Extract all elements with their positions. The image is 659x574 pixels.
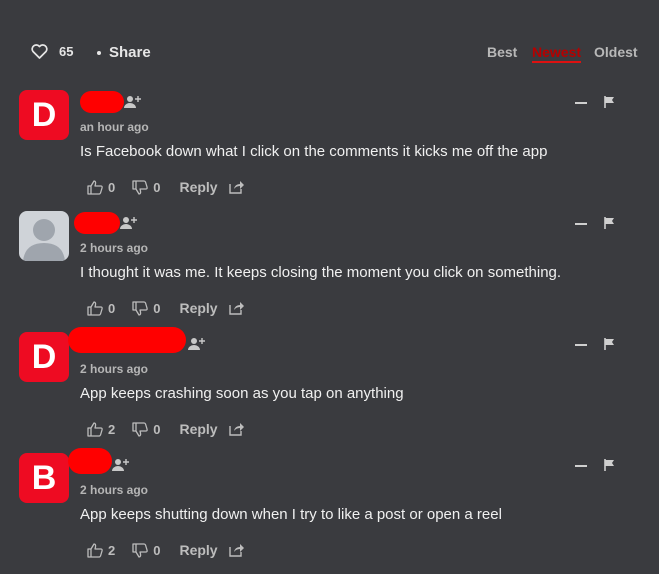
redacted-username xyxy=(80,91,124,113)
reply-button[interactable]: Reply xyxy=(179,179,217,195)
comment-item: 2 hours ago I thought it was me. It keep… xyxy=(0,211,659,332)
sort-newest-tab[interactable]: Newest xyxy=(532,44,582,63)
heart-icon xyxy=(31,44,48,59)
follow-user-icon[interactable] xyxy=(120,216,138,230)
comment-text: App keeps crashing soon as you tap on an… xyxy=(80,385,404,402)
comment-text: I thought it was me. It keeps closing th… xyxy=(80,264,562,281)
upvote-button[interactable]: 2 xyxy=(87,422,115,437)
comment-item: D 2 hours ago App keeps crashing soon as… xyxy=(0,327,659,453)
follow-user-icon[interactable] xyxy=(112,458,130,472)
avatar[interactable]: B xyxy=(19,453,69,503)
downvote-button[interactable]: 0 xyxy=(132,180,160,195)
separator-dot xyxy=(97,50,101,55)
comment-item: D an hour ago Is Facebook down what I cl… xyxy=(0,90,659,211)
comment-text: Is Facebook down what I click on the com… xyxy=(80,143,548,160)
redacted-username xyxy=(68,327,186,353)
reply-button[interactable]: Reply xyxy=(179,300,217,316)
sort-oldest-tab[interactable]: Oldest xyxy=(594,44,638,60)
thumbs-up-icon xyxy=(87,300,103,316)
redacted-username xyxy=(68,448,112,474)
share-icon[interactable] xyxy=(228,180,245,194)
default-user-icon xyxy=(23,219,65,261)
reply-button[interactable]: Reply xyxy=(179,542,217,558)
avatar[interactable]: D xyxy=(19,332,69,382)
upvote-button[interactable]: 2 xyxy=(87,543,115,558)
share-icon[interactable] xyxy=(228,301,245,315)
comment-timestamp: 2 hours ago xyxy=(80,483,149,497)
upvote-button[interactable]: 0 xyxy=(87,301,115,316)
avatar[interactable] xyxy=(19,211,69,261)
flag-icon[interactable] xyxy=(604,217,615,229)
thumbs-up-icon xyxy=(87,542,103,558)
comment-timestamp: 2 hours ago xyxy=(80,241,149,255)
thumbs-up-icon xyxy=(87,421,103,437)
collapse-button[interactable] xyxy=(575,223,587,225)
sort-best-tab[interactable]: Best xyxy=(487,44,517,60)
upvote-count: 2 xyxy=(108,421,116,437)
upvote-count: 0 xyxy=(108,179,116,195)
downvote-count: 0 xyxy=(153,421,161,437)
reply-button[interactable]: Reply xyxy=(179,421,217,437)
downvote-button[interactable]: 0 xyxy=(132,301,160,316)
flag-icon[interactable] xyxy=(604,338,615,350)
upvote-count: 0 xyxy=(108,300,116,316)
collapse-button[interactable] xyxy=(575,344,587,346)
share-label: Share xyxy=(109,44,151,61)
comment-actions: 2 0 Reply xyxy=(87,542,245,558)
thumbs-down-icon xyxy=(132,421,149,437)
thread-toolbar: 65 Share Best Newest Oldest xyxy=(0,0,659,90)
upvote-button[interactable]: 0 xyxy=(87,180,115,195)
share-icon[interactable] xyxy=(228,422,245,436)
flag-icon[interactable] xyxy=(604,96,615,108)
follow-user-icon[interactable] xyxy=(188,337,206,351)
comment-actions: 0 0 Reply xyxy=(87,179,245,195)
thumbs-down-icon xyxy=(132,542,149,558)
comment-text: App keeps shutting down when I try to li… xyxy=(80,506,502,523)
comment-actions: 0 0 Reply xyxy=(87,300,245,316)
comment-item: B 2 hours ago App keeps shutting down wh… xyxy=(0,448,659,574)
collapse-button[interactable] xyxy=(575,465,587,467)
redacted-username xyxy=(74,212,120,234)
share-icon[interactable] xyxy=(228,543,245,557)
downvote-button[interactable]: 0 xyxy=(132,543,160,558)
like-count: 65 xyxy=(59,44,74,59)
downvote-count: 0 xyxy=(153,179,161,195)
follow-user-icon[interactable] xyxy=(124,95,142,109)
flag-icon[interactable] xyxy=(604,459,615,471)
downvote-button[interactable]: 0 xyxy=(132,422,160,437)
upvote-count: 2 xyxy=(108,542,116,558)
thumbs-up-icon xyxy=(87,179,103,195)
thumbs-down-icon xyxy=(132,179,149,195)
downvote-count: 0 xyxy=(153,300,161,316)
downvote-count: 0 xyxy=(153,542,161,558)
comment-timestamp: an hour ago xyxy=(80,120,149,134)
avatar[interactable]: D xyxy=(19,90,69,140)
like-thread-button[interactable]: 65 xyxy=(31,44,73,59)
thumbs-down-icon xyxy=(132,300,149,316)
collapse-button[interactable] xyxy=(575,102,587,104)
share-button[interactable]: Share xyxy=(97,44,151,61)
comment-timestamp: 2 hours ago xyxy=(80,362,149,376)
comment-actions: 2 0 Reply xyxy=(87,421,245,437)
